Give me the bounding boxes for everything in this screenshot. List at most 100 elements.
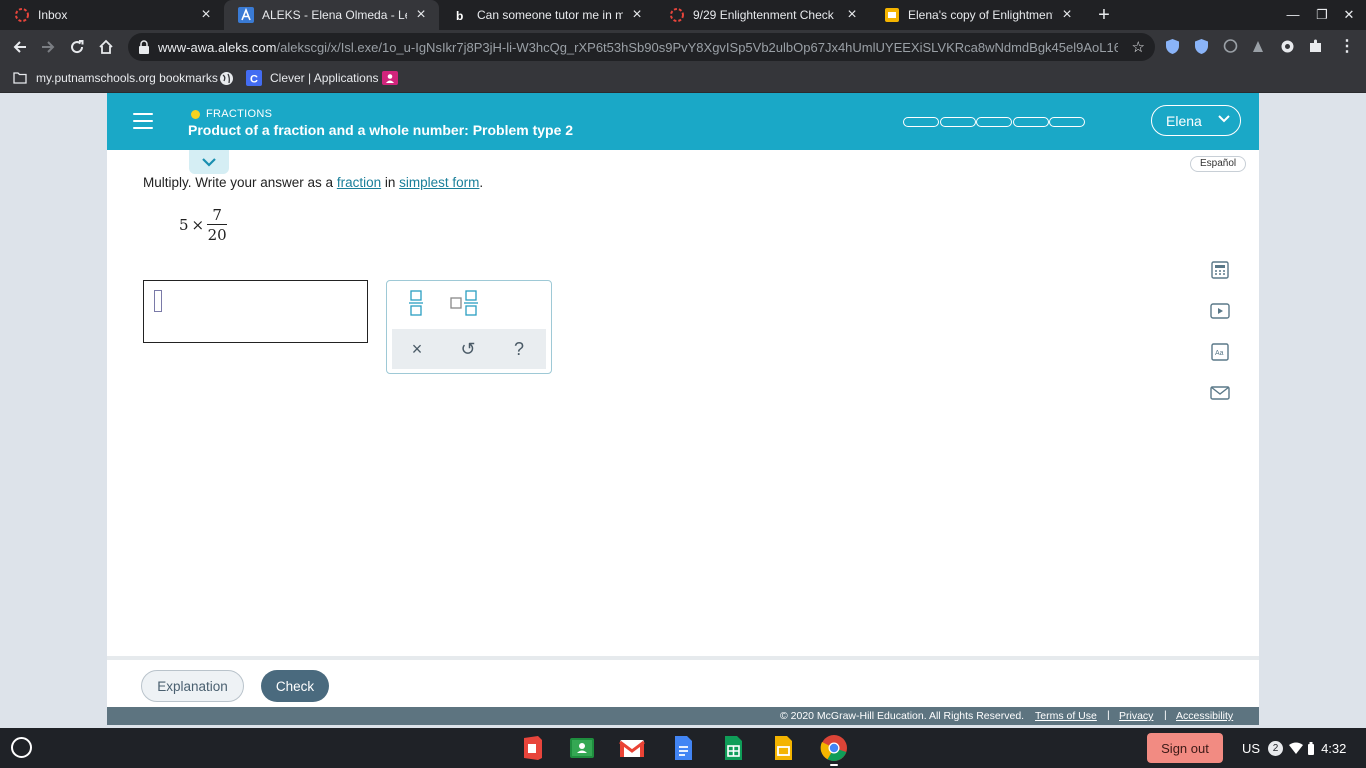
brainly-icon: b <box>453 7 469 23</box>
user-menu-button[interactable]: Elena <box>1151 105 1241 136</box>
close-tab-icon[interactable]: × <box>1059 7 1075 23</box>
input-cursor <box>154 290 162 312</box>
progress-segment <box>976 117 1012 127</box>
svg-text:Aa: Aa <box>1215 350 1224 357</box>
explanation-button[interactable]: Explanation <box>141 670 244 702</box>
fraction-icon[interactable] <box>401 288 431 318</box>
browser-toolbar: www-awa.aleks.com/alekscgi/x/Isl.exe/1o_… <box>0 30 1366 63</box>
mixed-number-icon[interactable] <box>450 288 480 318</box>
topic-status-dot <box>191 110 200 119</box>
bookmark-star-icon[interactable]: ☆ <box>1132 38 1145 56</box>
help-icon[interactable]: ? <box>504 334 534 364</box>
language-button[interactable]: Español <box>1190 156 1247 172</box>
bookmark-clever[interactable]: C Clever | Applications <box>246 69 379 87</box>
instruction-text: Multiply. Write your answer as a fractio… <box>143 175 484 190</box>
undo-icon[interactable]: ↺ <box>453 334 483 364</box>
svg-text:C: C <box>250 74 258 86</box>
aleks-logo-icon <box>238 7 254 23</box>
notification-count: 2 <box>1268 740 1284 756</box>
clear-icon[interactable]: × <box>402 334 432 364</box>
tab-inbox[interactable]: Inbox × <box>0 0 224 30</box>
topic-label: FRACTIONS <box>206 108 273 120</box>
tab-aleks[interactable]: ALEKS - Elena Olmeda - Learn × <box>224 0 439 30</box>
kebab-menu-icon[interactable]: ⋮ <box>1336 36 1358 58</box>
collapse-header-button[interactable] <box>189 150 229 174</box>
restore-icon[interactable]: ❐ <box>1313 6 1331 24</box>
calculator-icon[interactable] <box>1208 258 1232 282</box>
close-tab-icon[interactable]: × <box>844 7 860 23</box>
shield-extension-icon[interactable] <box>1164 38 1181 55</box>
problem-title: Product of a fraction and a whole number… <box>188 122 574 138</box>
operator: × <box>191 216 205 234</box>
minimize-icon[interactable]: — <box>1284 6 1302 24</box>
close-window-icon[interactable]: ✕ <box>1340 6 1358 24</box>
bookmark-app-icon <box>382 70 398 86</box>
os-shelf: Sign out US 2 4:32 <box>0 728 1366 768</box>
simplest-form-glossary-link[interactable]: simplest form <box>399 175 479 190</box>
answer-input[interactable] <box>143 280 368 343</box>
close-tab-icon[interactable]: × <box>629 7 645 23</box>
svg-text:b: b <box>456 9 463 23</box>
tab-title: Can someone tutor me in my dif <box>477 8 623 22</box>
google-sheets-icon[interactable] <box>719 734 747 762</box>
bookmark-globe[interactable] <box>218 69 242 87</box>
dictionary-icon[interactable]: Aa <box>1208 340 1232 364</box>
google-classroom-icon[interactable] <box>568 734 596 762</box>
launcher-icon[interactable] <box>11 737 32 758</box>
bookmark-label: Clever | Applications <box>270 71 379 85</box>
keyboard-layout: US <box>1242 740 1261 756</box>
fraction-glossary-link[interactable]: fraction <box>337 175 381 190</box>
browser-tab-strip: Inbox × ALEKS - Elena Olmeda - Learn × b… <box>0 0 1366 30</box>
chrome-icon[interactable] <box>820 734 848 762</box>
shield-extension-icon[interactable] <box>1193 38 1210 55</box>
reload-icon[interactable] <box>66 36 88 58</box>
puzzle-extensions-icon[interactable] <box>1307 38 1324 55</box>
check-button[interactable]: Check <box>261 670 329 702</box>
copyright-bar: © 2020 McGraw-Hill Education. All Rights… <box>107 707 1259 725</box>
copyright-text: © 2020 McGraw-Hill Education. All Rights… <box>780 710 1025 722</box>
aleks-page: FRACTIONS Product of a fraction and a wh… <box>107 93 1259 725</box>
tab-enlightenment-checkup[interactable]: 9/29 Enlightenment Check Up × <box>655 0 870 30</box>
extension-icon[interactable] <box>1250 38 1267 55</box>
loading-spinner-icon <box>669 7 685 23</box>
address-bar[interactable]: www-awa.aleks.com/alekscgi/x/Isl.exe/1o_… <box>128 33 1155 61</box>
gmail-icon[interactable] <box>618 734 646 762</box>
office-icon[interactable] <box>518 734 546 762</box>
google-docs-icon[interactable] <box>669 734 697 762</box>
status-tray[interactable]: US 2 4:32 <box>1242 739 1346 757</box>
progress-bar <box>903 117 1086 127</box>
fraction: 7 20 <box>207 206 228 245</box>
mail-icon[interactable] <box>1208 381 1232 405</box>
progress-segment <box>939 117 976 127</box>
google-slides-icon <box>884 7 900 23</box>
bookmark-app[interactable] <box>382 69 406 87</box>
forward-icon[interactable] <box>37 36 59 58</box>
tab-title: ALEKS - Elena Olmeda - Learn <box>262 8 407 22</box>
home-icon[interactable] <box>95 36 117 58</box>
settings-extension-icon[interactable] <box>1279 38 1296 55</box>
palette-action-row: × ↺ ? <box>392 329 546 369</box>
bookmark-putnamschools[interactable]: my.putnamschools.org bookmarks <box>12 69 218 87</box>
chevron-down-icon <box>1218 115 1230 123</box>
tab-slides-copy[interactable]: Elena's copy of Enlightment infl × <box>870 0 1085 30</box>
video-icon[interactable] <box>1208 299 1232 323</box>
hamburger-menu-icon[interactable] <box>133 113 153 129</box>
google-slides-icon[interactable] <box>769 734 797 762</box>
sign-out-button[interactable]: Sign out <box>1147 733 1223 763</box>
loading-spinner-icon <box>14 7 30 23</box>
accessibility-link[interactable]: Accessibility <box>1176 710 1233 722</box>
close-tab-icon[interactable]: × <box>413 7 429 23</box>
new-tab-icon[interactable]: + <box>1094 5 1114 25</box>
math-expression: 5 × 7 20 <box>179 203 228 247</box>
chevron-down-icon <box>202 157 216 167</box>
privacy-link[interactable]: Privacy <box>1119 710 1153 722</box>
active-app-indicator <box>830 764 838 766</box>
back-icon[interactable] <box>9 36 31 58</box>
clever-icon: C <box>246 70 262 86</box>
progress-segment <box>1049 117 1085 127</box>
tab-brainly[interactable]: b Can someone tutor me in my dif × <box>439 0 655 30</box>
terms-of-use-link[interactable]: Terms of Use <box>1035 710 1097 722</box>
progress-segment <box>903 117 939 127</box>
chat-extension-icon[interactable] <box>1222 38 1239 55</box>
close-tab-icon[interactable]: × <box>198 7 214 23</box>
